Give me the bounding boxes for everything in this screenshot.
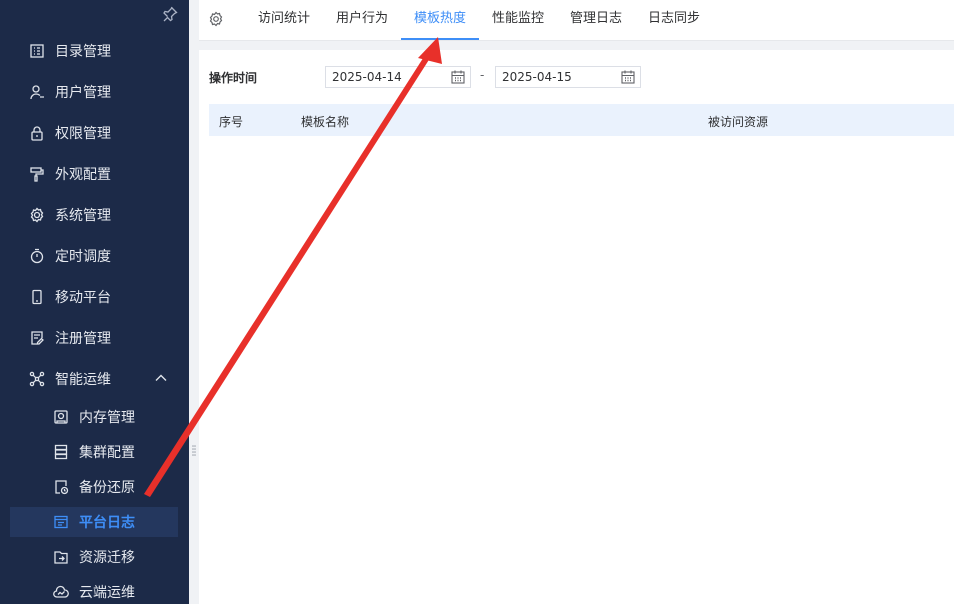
sidebar-subitem-cloud-ops[interactable]: 云端运维: [10, 577, 178, 604]
column-header-index[interactable]: 序号: [219, 113, 243, 130]
gear-icon: [28, 206, 46, 224]
sidebar-item-label: 定时调度: [55, 249, 111, 265]
sidebar-item-catalog[interactable]: 目录管理: [10, 36, 178, 66]
sidebar-item-label: 移动平台: [55, 290, 111, 306]
list-icon: [28, 42, 46, 60]
settings-gear-icon[interactable]: [208, 11, 226, 29]
sidebar-item-label: 内存管理: [79, 410, 135, 426]
sidebar-item-label: 外观配置: [55, 167, 111, 183]
start-date-value: 2025-04-14: [332, 70, 402, 84]
content-panel: 操作时间 2025-04-14 - 2025-04-15 序号 模板名称 被访问…: [199, 50, 954, 604]
sidebar-item-label: 集群配置: [79, 445, 135, 461]
table-header: 序号 模板名称 被访问资源: [209, 104, 954, 136]
sidebar-item-label: 权限管理: [55, 126, 111, 142]
register-icon: [28, 329, 46, 347]
tab-admin-log[interactable]: 管理日志: [560, 0, 632, 40]
user-icon: [28, 83, 46, 101]
log-icon: [52, 513, 70, 531]
memory-icon: [52, 408, 70, 426]
sidebar-item-system[interactable]: 系统管理: [10, 200, 178, 230]
sidebar-item-permissions[interactable]: 权限管理: [10, 118, 178, 148]
paint-roller-icon: [28, 165, 46, 183]
migrate-icon: [52, 548, 70, 566]
sidebar-item-label: 资源迁移: [79, 550, 135, 566]
drag-handle-icon: [192, 444, 196, 458]
sidebar-item-registration[interactable]: 注册管理: [10, 323, 178, 353]
sidebar-subitem-memory[interactable]: 内存管理: [10, 402, 178, 432]
tab-template-heat[interactable]: 模板热度: [401, 0, 479, 40]
tab-log-sync[interactable]: 日志同步: [638, 0, 710, 40]
cloud-icon: [52, 583, 70, 601]
end-date-value: 2025-04-15: [502, 70, 572, 84]
sidebar-item-scheduler[interactable]: 定时调度: [10, 241, 178, 271]
mobile-icon: [28, 288, 46, 306]
sidebar-item-mobile[interactable]: 移动平台: [10, 282, 178, 312]
end-date-input[interactable]: 2025-04-15: [495, 66, 641, 88]
sidebar-item-label: 注册管理: [55, 331, 111, 347]
tab-user-behavior[interactable]: 用户行为: [326, 0, 398, 40]
sidebar-item-appearance[interactable]: 外观配置: [10, 159, 178, 189]
operation-time-label: 操作时间: [209, 71, 258, 85]
lock-icon: [28, 124, 46, 142]
sidebar-item-label: 平台日志: [79, 515, 135, 531]
start-date-input[interactable]: 2025-04-14: [325, 66, 471, 88]
tab-performance[interactable]: 性能监控: [482, 0, 554, 40]
tab-bar: 访问统计 用户行为 模板热度 性能监控 管理日志 日志同步: [199, 0, 954, 41]
network-icon: [28, 370, 46, 388]
calendar-icon[interactable]: [450, 69, 466, 85]
chevron-up-icon[interactable]: [154, 371, 168, 385]
backup-icon: [52, 478, 70, 496]
column-header-template-name[interactable]: 模板名称: [301, 113, 349, 130]
sidebar-item-smart-ops[interactable]: 智能运维: [10, 364, 178, 394]
timer-icon: [28, 247, 46, 265]
sidebar-subitem-platform-log[interactable]: 平台日志: [10, 507, 178, 537]
sidebar-item-label: 目录管理: [55, 44, 111, 60]
sidebar-item-label: 云端运维: [79, 585, 135, 601]
calendar-icon[interactable]: [620, 69, 636, 85]
date-range-separator: -: [480, 68, 485, 82]
sidebar-subitem-backup[interactable]: 备份还原: [10, 472, 178, 502]
sidebar-item-label: 智能运维: [55, 372, 111, 388]
sidebar-subitem-migration[interactable]: 资源迁移: [10, 542, 178, 572]
sidebar-subitem-cluster[interactable]: 集群配置: [10, 437, 178, 467]
server-icon: [52, 443, 70, 461]
sidebar-item-label: 备份还原: [79, 480, 135, 496]
sidebar-item-users[interactable]: 用户管理: [10, 77, 178, 107]
column-header-accessed-resource[interactable]: 被访问资源: [708, 113, 768, 130]
sidebar-item-label: 用户管理: [55, 85, 111, 101]
tab-access-stats[interactable]: 访问统计: [248, 0, 320, 40]
pin-icon[interactable]: [162, 6, 180, 24]
sidebar-item-label: 系统管理: [55, 208, 111, 224]
sidebar: 目录管理 用户管理 权限管理 外观配置 系统管理 定时调度 移动平台 注册管理 …: [0, 0, 189, 604]
sidebar-resize-handle[interactable]: [189, 0, 199, 604]
